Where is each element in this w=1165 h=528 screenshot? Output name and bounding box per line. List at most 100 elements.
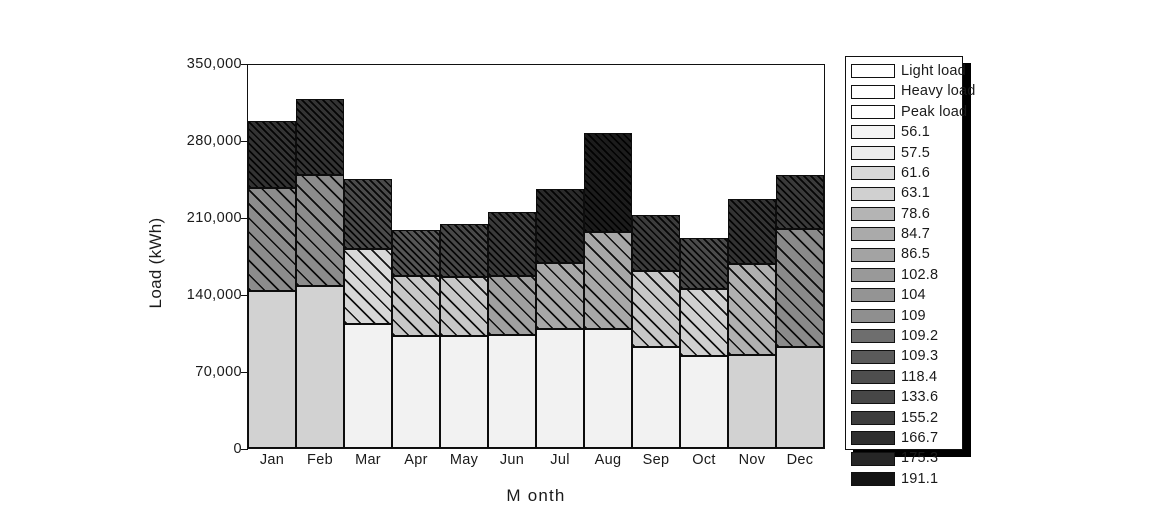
bar-segment-heavy-load[interactable] — [680, 289, 728, 357]
bar-column[interactable] — [584, 63, 632, 448]
bar-segment-heavy-load[interactable] — [632, 271, 680, 348]
legend-item-scale[interactable]: 109.3 — [851, 346, 962, 366]
legend-item-scale[interactable]: 109 — [851, 306, 962, 326]
legend-item-scale[interactable]: 175.3 — [851, 448, 962, 468]
x-axis-tick-labels: Jan Feb Mar Apr May Jun Jul Aug Sep Oct Nov Dec — [248, 452, 824, 476]
bar-segment-peak-load[interactable] — [536, 188, 584, 263]
bar-column[interactable] — [728, 63, 776, 448]
legend-label: 191.1 — [901, 470, 939, 487]
legend-label: 61.6 — [901, 164, 931, 181]
bar-segment-peak-load[interactable] — [776, 175, 824, 229]
bar-segment-heavy-load[interactable] — [392, 276, 440, 337]
legend-swatch — [851, 431, 895, 446]
chart-figure: Load (kWh) 0 70,000 140,000 210,000 280,000 3… — [0, 0, 1165, 528]
bar-segment-heavy-load[interactable] — [344, 249, 392, 325]
bar-segment-light-load[interactable] — [728, 355, 776, 448]
y-axis-title: Load (kWh) — [146, 0, 170, 309]
bar-segment-light-load[interactable] — [440, 336, 488, 448]
legend-label: 63.1 — [901, 185, 931, 202]
bar-segment-light-load[interactable] — [248, 291, 296, 448]
x-tick-label: Oct — [692, 452, 716, 468]
bar-segment-light-load[interactable] — [536, 328, 584, 448]
bar-column[interactable] — [392, 63, 440, 448]
legend-item-scale[interactable]: 118.4 — [851, 367, 962, 387]
x-tick-label: Sep — [642, 452, 670, 468]
bar-segment-light-load[interactable] — [632, 347, 680, 448]
legend-item-scale[interactable]: 63.1 — [851, 183, 962, 203]
bar-column[interactable] — [296, 63, 344, 448]
bar-segment-light-load[interactable] — [776, 347, 824, 448]
legend-swatch — [851, 186, 895, 201]
legend-item-scale[interactable]: 191.1 — [851, 469, 962, 489]
bar-segment-heavy-load[interactable] — [440, 277, 488, 337]
legend-item-scale[interactable]: 102.8 — [851, 265, 962, 285]
legend-swatch — [851, 390, 895, 405]
legend-label: 175.3 — [901, 450, 939, 467]
bar-segment-peak-load[interactable] — [392, 230, 440, 277]
legend-item-scale[interactable]: 104 — [851, 285, 962, 305]
bar-segment-light-load[interactable] — [584, 328, 632, 448]
bar-segment-heavy-load[interactable] — [536, 262, 584, 329]
x-tick-label: Feb — [307, 452, 333, 468]
legend-item-scale[interactable]: 56.1 — [851, 122, 962, 142]
bar-segment-peak-load[interactable] — [488, 212, 536, 277]
legend-item-pattern[interactable]: Light load — [851, 61, 966, 81]
bar-segment-heavy-load[interactable] — [728, 264, 776, 356]
bar-segment-heavy-load[interactable] — [488, 276, 536, 336]
bar-segment-light-load[interactable] — [344, 324, 392, 448]
legend-swatch — [851, 166, 895, 181]
legend-item-scale[interactable]: 133.6 — [851, 387, 962, 407]
legend-item-scale[interactable]: 61.6 — [851, 163, 962, 183]
x-axis-title: M onth — [506, 486, 566, 505]
legend-item-scale[interactable]: 109.2 — [851, 326, 962, 346]
legend-swatch — [851, 84, 895, 99]
legend-item-scale[interactable]: 84.7 — [851, 224, 962, 244]
bar-segment-peak-load[interactable] — [344, 179, 392, 250]
bar-segment-heavy-load[interactable] — [248, 188, 296, 292]
bar-column[interactable] — [440, 63, 488, 448]
bar-segment-peak-load[interactable] — [296, 99, 344, 176]
y-tick-label: 350,000 — [186, 56, 242, 72]
bar-segment-peak-load[interactable] — [728, 199, 776, 265]
legend-label: 109 — [901, 307, 926, 324]
bar-column[interactable] — [344, 63, 392, 448]
bar-column[interactable] — [776, 63, 824, 448]
bar-segment-peak-load[interactable] — [248, 121, 296, 189]
bar-segment-peak-load[interactable] — [680, 238, 728, 290]
bar-segment-light-load[interactable] — [392, 336, 440, 448]
legend-item-pattern[interactable]: Peak load — [851, 102, 967, 122]
bar-segment-peak-load[interactable] — [584, 132, 632, 232]
bar-column[interactable] — [680, 63, 728, 448]
legend-swatch — [851, 227, 895, 242]
bar-segment-light-load[interactable] — [488, 335, 536, 448]
legend-item-scale[interactable]: 166.7 — [851, 428, 962, 448]
legend-item-scale[interactable]: 86.5 — [851, 245, 962, 265]
bar-column[interactable] — [248, 63, 296, 448]
legend-item-scale[interactable]: 57.5 — [851, 143, 962, 163]
bar-column[interactable] — [488, 63, 536, 448]
bar-segment-heavy-load[interactable] — [296, 175, 344, 287]
bar-segment-heavy-load[interactable] — [584, 231, 632, 329]
legend-label: 78.6 — [901, 205, 931, 222]
bar-column[interactable] — [536, 63, 584, 448]
bar-segment-heavy-load[interactable] — [776, 229, 824, 348]
legend-label: Peak load — [901, 103, 968, 120]
legend-item-pattern[interactable]: Heavy load — [851, 81, 975, 101]
legend-label: 104 — [901, 287, 926, 304]
y-tick-label: 70,000 — [195, 364, 242, 380]
legend-item-scale[interactable]: 155.2 — [851, 408, 962, 428]
y-tick-label: 280,000 — [186, 133, 242, 149]
bar-segment-light-load[interactable] — [296, 286, 344, 448]
bar-segment-peak-load[interactable] — [440, 224, 488, 278]
legend-label: 166.7 — [901, 429, 939, 446]
legend-swatch — [851, 410, 895, 425]
y-tick-mark — [241, 141, 248, 142]
x-tick-label: Jul — [550, 452, 570, 468]
bar-segment-peak-load[interactable] — [632, 215, 680, 272]
legend-swatch — [851, 247, 895, 262]
legend-swatch — [851, 472, 895, 486]
bar-segment-light-load[interactable] — [680, 356, 728, 448]
legend-item-scale[interactable]: 78.6 — [851, 204, 962, 224]
bar-column[interactable] — [632, 63, 680, 448]
legend-label: 86.5 — [901, 246, 931, 263]
